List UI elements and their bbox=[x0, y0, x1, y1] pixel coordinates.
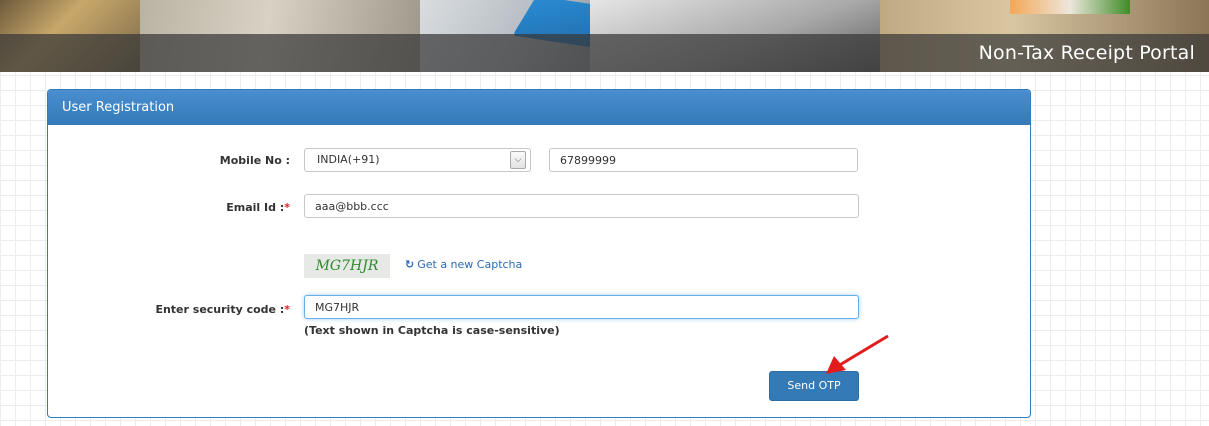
required-mark: * bbox=[284, 303, 290, 316]
captcha-image: MG7HJR bbox=[304, 254, 390, 278]
country-code-select[interactable]: INDIA(+91) ⌵ bbox=[304, 148, 531, 172]
security-code-input[interactable] bbox=[304, 295, 859, 319]
portal-title: Non-Tax Receipt Portal bbox=[978, 42, 1195, 64]
header-banner: Non-Tax Receipt Portal bbox=[0, 0, 1209, 72]
required-mark: * bbox=[284, 201, 290, 214]
new-captcha-label: Get a new Captcha bbox=[417, 258, 523, 271]
red-arrow-annotation bbox=[826, 334, 889, 374]
new-captcha-link[interactable]: ↻ Get a new Captcha bbox=[405, 258, 522, 271]
captcha-hint: (Text shown in Captcha is case-sensitive… bbox=[304, 324, 560, 337]
mobile-label: Mobile No : bbox=[219, 154, 290, 167]
panel-title: User Registration bbox=[48, 90, 1030, 125]
banner-flag bbox=[1010, 0, 1130, 14]
security-code-label: Enter security code :* bbox=[155, 303, 290, 316]
chevron-down-icon[interactable]: ⌵ bbox=[510, 151, 526, 169]
country-code-value: INDIA(+91) bbox=[317, 153, 380, 166]
email-field[interactable] bbox=[304, 194, 859, 218]
mobile-number-input[interactable] bbox=[549, 148, 858, 172]
email-label: Email Id :* bbox=[226, 201, 290, 214]
refresh-icon: ↻ bbox=[405, 258, 415, 271]
